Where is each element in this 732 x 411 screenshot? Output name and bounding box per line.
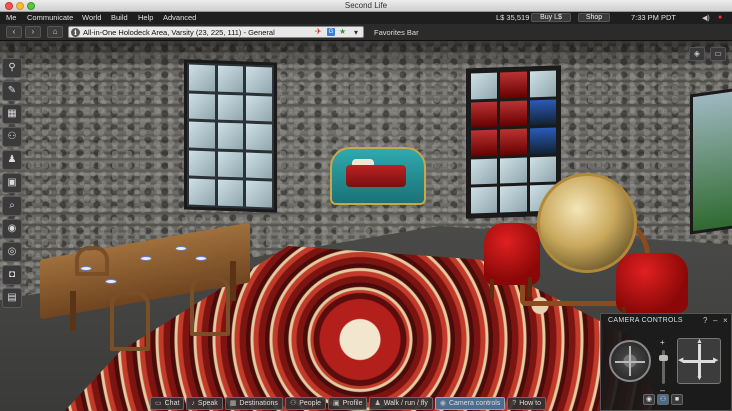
- walk-run-fly-button[interactable]: ♟ Walk / run / fly: [369, 397, 433, 410]
- profile-icon: ▣: [333, 400, 340, 407]
- back-button[interactable]: ‹: [6, 26, 22, 38]
- navigation-bar: ‹ › ⌂ i All-in-One Holodeck Area, Varsit…: [0, 24, 732, 41]
- zoom-slider-handle[interactable]: [659, 355, 668, 361]
- howto-icon: ?: [512, 400, 517, 407]
- location-bar[interactable]: i All-in-One Holodeck Area, Varsity (23,…: [68, 26, 364, 38]
- appearance-icon[interactable]: ⚲: [2, 58, 22, 78]
- favorite-star-icon[interactable]: ★: [339, 27, 346, 36]
- minimize-icon[interactable]: –: [713, 316, 717, 325]
- chat-icon: ▭: [155, 400, 162, 407]
- buy-linden-button[interactable]: Buy L$: [531, 13, 571, 22]
- close-icon[interactable]: ×: [723, 316, 728, 325]
- menu-communicate[interactable]: Communicate: [27, 13, 73, 22]
- plate[interactable]: [175, 246, 187, 251]
- voice-icon[interactable]: ◎: [2, 242, 22, 262]
- wooden-chair[interactable]: [190, 276, 230, 336]
- clock: 7:33 PM PDT: [631, 13, 677, 22]
- camera-icon: ◉: [439, 400, 446, 407]
- camera-controls-panel: CAMERA CONTROLS ? – × + – ▲ ▼ ◀ ▶ ◉ ⚇ ■: [600, 313, 732, 411]
- home-icon[interactable]: ⌂: [47, 26, 63, 38]
- shop-button[interactable]: Shop: [578, 13, 610, 22]
- location-dropdown-icon[interactable]: ▾: [354, 28, 358, 37]
- walk-icon: ♟: [374, 400, 381, 407]
- avatar-icon[interactable]: ♟: [2, 150, 22, 170]
- teapot[interactable]: [140, 256, 152, 261]
- menu-build[interactable]: Build: [111, 13, 128, 22]
- help-icon[interactable]: ?: [703, 316, 707, 325]
- wooden-chair[interactable]: [110, 291, 150, 351]
- no-fly-icon: ✈: [315, 27, 322, 36]
- volume-icon[interactable]: ◀): [702, 14, 710, 22]
- window-far-right: [690, 87, 732, 235]
- camera-view-icon[interactable]: ◉: [643, 394, 655, 405]
- map-icon[interactable]: ▦: [2, 104, 22, 124]
- scene-top-icons: ◈ ▭: [686, 47, 726, 61]
- build-icon[interactable]: ✎: [2, 81, 22, 101]
- linden-balance[interactable]: L$ 35,519: [496, 13, 529, 22]
- camera-controls-title: CAMERA CONTROLS: [608, 317, 683, 324]
- red-armchair[interactable]: [484, 223, 540, 285]
- info-icon[interactable]: i: [71, 28, 80, 37]
- menu-bar: Me Communicate World Build Help Advanced…: [0, 12, 732, 24]
- window-left: [184, 59, 277, 213]
- left-toolbar: ⚲ ✎ ▦ ⚇ ♟ ▣ ⌕ ◉ ◎ ◘ ▤: [2, 58, 22, 311]
- cradle-bed[interactable]: [330, 147, 426, 205]
- media-icon[interactable]: ▭: [710, 47, 726, 61]
- places-icon[interactable]: ◉: [2, 219, 22, 239]
- plate[interactable]: [195, 256, 207, 261]
- snapshot-icon[interactable]: ◘: [2, 265, 22, 285]
- maturity-rating-badge: G: [327, 28, 335, 36]
- menu-me[interactable]: Me: [6, 13, 16, 22]
- menu-advanced[interactable]: Advanced: [163, 13, 196, 22]
- favorites-bar[interactable]: Favorites Bar: [374, 28, 419, 37]
- camera-mode-icon[interactable]: ■: [671, 394, 683, 405]
- how-to-button[interactable]: ? How to: [507, 397, 547, 410]
- zoom-in-icon[interactable]: +: [660, 338, 665, 347]
- destinations-button[interactable]: ▦ Destinations: [224, 397, 283, 410]
- notification-icon[interactable]: ●: [718, 14, 722, 21]
- location-text[interactable]: All-in-One Holodeck Area, Varsity (23, 2…: [83, 28, 275, 37]
- chat-button[interactable]: ▭ Chat: [150, 397, 185, 410]
- camera-preset-icon[interactable]: ⚇: [657, 394, 669, 405]
- people-icon[interactable]: ⚇: [2, 127, 22, 147]
- menu-world[interactable]: World: [82, 13, 101, 22]
- forward-button[interactable]: ›: [25, 26, 41, 38]
- inventory-icon[interactable]: ▣: [2, 173, 22, 193]
- chat-history-icon[interactable]: ▤: [2, 288, 22, 308]
- pan-control[interactable]: ▲ ▼ ◀ ▶: [677, 338, 721, 384]
- camera-controls-button[interactable]: ◉ Camera controls: [434, 397, 506, 410]
- orbit-joystick[interactable]: [609, 340, 651, 382]
- people-button[interactable]: ⚇ People: [284, 397, 327, 410]
- menu-help[interactable]: Help: [138, 13, 153, 22]
- window-title-bar: Second Life: [0, 0, 732, 12]
- wooden-chair[interactable]: [75, 246, 109, 276]
- people-icon: ⚇: [289, 400, 297, 407]
- red-armchair[interactable]: [616, 253, 688, 313]
- bottom-toolbar: ▭ Chat ♪ Speak ▦ Destinations ⚇ People ▣ Prof…: [150, 397, 548, 411]
- speak-button[interactable]: ♪ Speak: [186, 397, 223, 410]
- mini-map-icon[interactable]: ◈: [688, 47, 705, 61]
- speak-icon: ♪: [191, 400, 195, 407]
- plate[interactable]: [105, 279, 117, 284]
- search-icon[interactable]: ⌕: [2, 196, 22, 216]
- profile-button[interactable]: ▣ Profile: [328, 397, 368, 410]
- destinations-icon: ▦: [229, 400, 237, 407]
- window-title: Second Life: [344, 1, 388, 10]
